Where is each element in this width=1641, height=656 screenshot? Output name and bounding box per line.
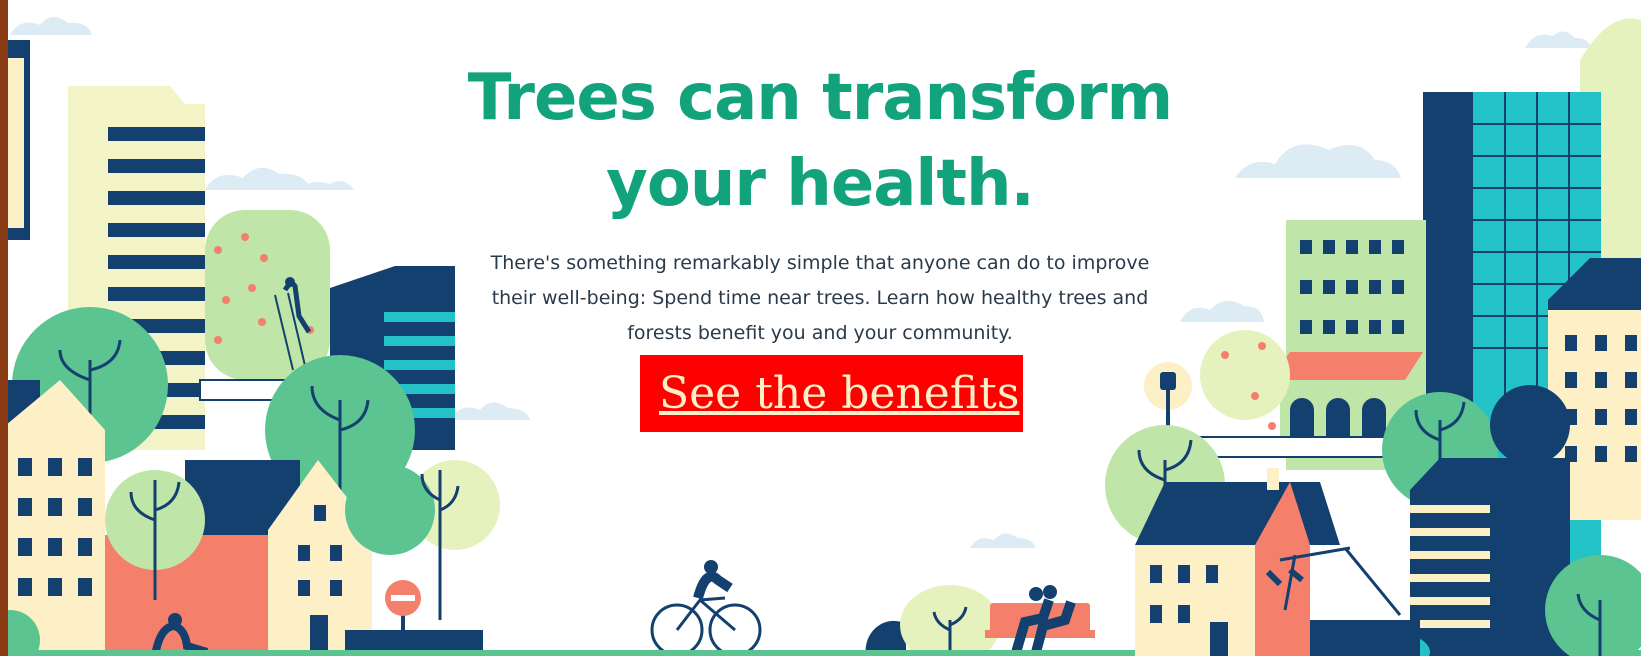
- left-edge-strip: [0, 0, 8, 656]
- hero-description: There's something remarkably simple that…: [490, 252, 1150, 344]
- headline-line-1: Trees can transform: [467, 61, 1173, 135]
- page-title: Trees can transform your health.: [450, 55, 1190, 227]
- see-benefits-button[interactable]: See the benefits: [640, 355, 1023, 432]
- left-buildings: [0, 40, 500, 656]
- headline-line-2: your health.: [606, 147, 1035, 221]
- hero-content: Trees can transform your health. There's…: [450, 55, 1190, 351]
